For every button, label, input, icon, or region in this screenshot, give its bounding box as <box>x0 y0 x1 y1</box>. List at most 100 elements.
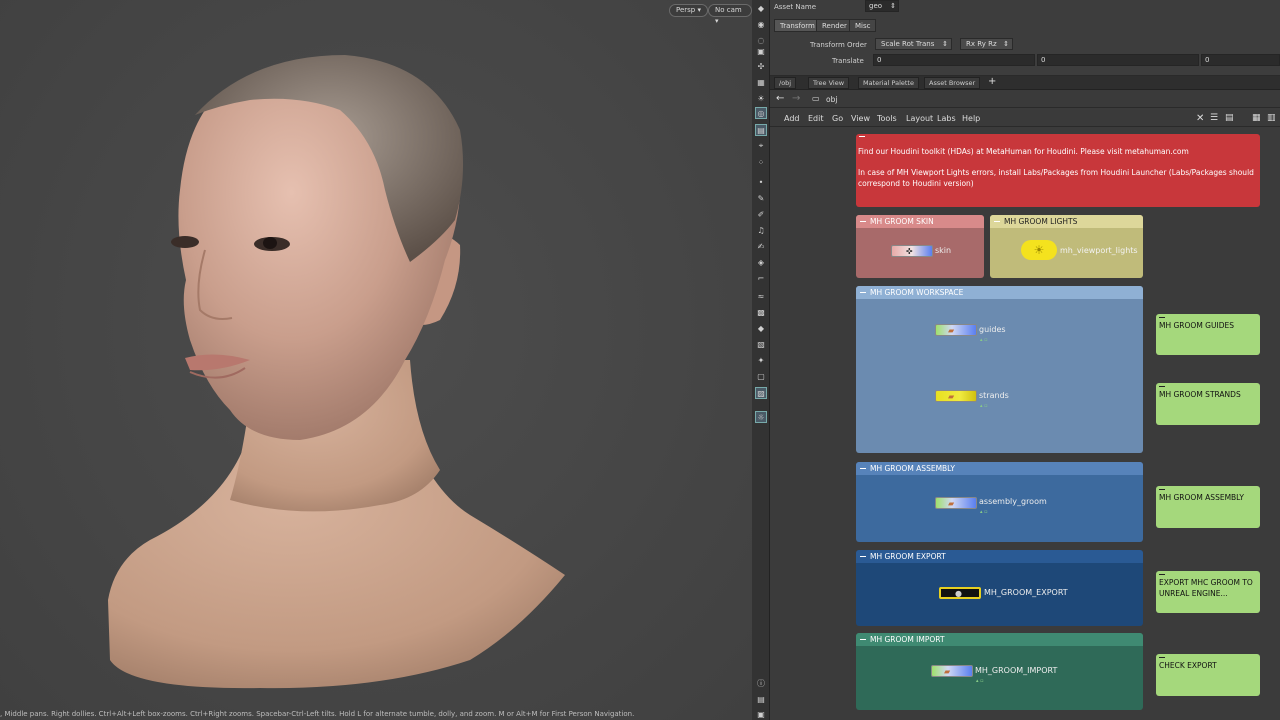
snap-icon[interactable]: ✣ <box>755 60 767 72</box>
strands-node[interactable]: ▰ <box>935 390 977 402</box>
bulb-icon[interactable]: ☼ <box>755 411 767 423</box>
menu-tools[interactable]: Tools <box>877 114 897 123</box>
groom-lights-title: MH GROOM LIGHTS <box>990 215 1143 228</box>
info-icon[interactable]: ⓘ <box>755 677 767 689</box>
dot-icon[interactable]: • <box>755 176 767 188</box>
menu-add[interactable]: Add <box>784 114 800 123</box>
translate-z-field[interactable]: 0 <box>1201 54 1280 66</box>
translate-x-field[interactable]: 0 <box>873 54 1035 66</box>
music-icon[interactable]: ♫ <box>755 224 767 236</box>
menu-go[interactable]: Go <box>832 114 843 123</box>
sticky-check-export[interactable]: CHECK EXPORT <box>1156 654 1260 696</box>
info-banner: Find our Houdini toolkit (HDAs) at MetaH… <box>856 134 1260 207</box>
diamond-icon[interactable]: ◆ <box>755 322 767 334</box>
strands-flag-icon: ▴ ▫ <box>980 403 988 409</box>
skin-node[interactable]: ✜ <box>891 245 933 257</box>
display-icon[interactable]: ◉ <box>755 18 767 30</box>
parameter-editor: Asset Name geo ⇕ Transform Render Misc T… <box>770 0 1280 76</box>
sticky-export-to-unreal-text: EXPORT MHC GROOM TO UNREAL ENGINE... <box>1159 578 1253 598</box>
viewport-toolbar: ◆ ◉ ◌ ▣ ✣ ▦ ☀ ◎ ▤ ⌖ ⁘ • ✎ ✐ ♫ ✍ ◈ ⌐ ≈ ▩ … <box>752 0 770 720</box>
wrench-icon[interactable]: ✕ <box>1196 113 1204 124</box>
import-node[interactable]: ▰ <box>931 665 973 677</box>
mesh-icon[interactable]: ◈ <box>755 256 767 268</box>
points-icon[interactable]: ⁘ <box>755 156 767 168</box>
menu-edit[interactable]: Edit <box>808 114 824 123</box>
translate-y-field[interactable]: 0 <box>1037 54 1199 66</box>
pin-icon[interactable]: ◆ <box>755 2 767 14</box>
list-icon[interactable]: ▤ <box>1225 113 1234 123</box>
groom-workspace-box[interactable]: MH GROOM WORKSPACE <box>856 286 1143 453</box>
sticky-groom-guides[interactable]: MH GROOM GUIDES <box>1156 314 1260 355</box>
lightbulb-node-icon[interactable]: ☀ <box>1021 240 1057 260</box>
tab-material-palette[interactable]: Material Palette <box>858 77 919 89</box>
tab-asset-browser[interactable]: Asset Browser <box>924 77 981 89</box>
brush-icon[interactable]: ✎ <box>755 192 767 204</box>
grid-icon[interactable]: ▦ <box>755 76 767 88</box>
guides-flag-icon: ▴ ▫ <box>980 337 988 343</box>
square-icon[interactable]: ▢ <box>755 370 767 382</box>
back-arrow-icon[interactable]: ← <box>776 93 784 104</box>
tab-tree-view[interactable]: Tree View <box>808 77 850 89</box>
sticky-groom-assembly[interactable]: MH GROOM ASSEMBLY <box>1156 486 1260 528</box>
pane-tabs: /obj Tree View Material Palette Asset Br… <box>770 76 1280 90</box>
assembly-node[interactable]: ▰ <box>935 497 977 509</box>
lock-icon[interactable]: ▣ <box>755 45 767 57</box>
paint-icon[interactable]: ✍ <box>755 240 767 252</box>
scene-viewport[interactable]: Persp ▾ No cam ▾ , Middle pans. Right do… <box>0 0 752 720</box>
tab-misc[interactable]: Misc <box>849 19 877 32</box>
camera-icon[interactable]: ◎ <box>755 107 767 119</box>
rotation-order-select[interactable]: Rx Ry Rz ⇕ <box>960 38 1013 50</box>
menu-labs[interactable]: Labs <box>937 114 956 123</box>
tab-obj[interactable]: /obj <box>774 77 797 89</box>
network-view[interactable]: Find our Houdini toolkit (HDAs) at MetaH… <box>770 127 1280 720</box>
viewport-status-text: , Middle pans. Right dollies. Ctrl+Alt+L… <box>0 710 635 718</box>
head-render <box>108 55 565 689</box>
tab-transform[interactable]: Transform <box>774 19 821 32</box>
tab-render[interactable]: Render <box>816 19 853 32</box>
sticky-groom-strands-text: MH GROOM STRANDS <box>1159 390 1241 399</box>
sticky-check-export-text: CHECK EXPORT <box>1159 661 1217 670</box>
asset-name-label: Asset Name <box>774 3 817 11</box>
pen-icon[interactable]: ✐ <box>755 208 767 220</box>
handle-icon[interactable]: ⌖ <box>755 140 767 152</box>
guides-node-label: guides <box>979 325 1006 334</box>
assembly-flag-icon: ▴ ▫ <box>980 509 988 515</box>
star-icon[interactable]: ✦ <box>755 354 767 366</box>
path-folder-icon: ▭ <box>812 94 820 103</box>
groom-import-title: MH GROOM IMPORT <box>856 633 1143 646</box>
corner-icon[interactable]: ⌐ <box>755 272 767 284</box>
export-node[interactable]: ● <box>939 587 981 599</box>
menu-view[interactable]: View <box>851 114 870 123</box>
persp-menu-button[interactable]: Persp ▾ <box>669 4 708 17</box>
asset-name-field[interactable]: geo ⇕ <box>865 0 899 12</box>
render-icon[interactable]: ▨ <box>755 387 767 399</box>
selection-icon[interactable]: ▤ <box>755 124 767 136</box>
assembly-node-label: assembly_groom <box>979 497 1047 506</box>
banner-line-1: Find our Houdini toolkit (HDAs) at MetaH… <box>858 147 1189 156</box>
transform-order-select[interactable]: Scale Rot Trans ⇕ <box>875 38 952 50</box>
sticky-export-to-unreal[interactable]: EXPORT MHC GROOM TO UNREAL ENGINE... <box>1156 571 1260 613</box>
wave-icon[interactable]: ≈ <box>755 290 767 302</box>
forward-arrow-icon[interactable]: → <box>792 93 800 104</box>
menu-layout[interactable]: Layout <box>906 114 933 123</box>
menu-help[interactable]: Help <box>962 114 980 123</box>
cube-icon[interactable]: ▩ <box>755 306 767 318</box>
texture-icon[interactable]: ▧ <box>755 338 767 350</box>
layout-icon[interactable]: ▣ <box>755 708 767 720</box>
sticky-groom-assembly-text: MH GROOM ASSEMBLY <box>1159 493 1244 502</box>
translate-label: Translate <box>832 57 864 65</box>
add-tab-icon[interactable]: + <box>988 76 996 87</box>
guides-node[interactable]: ▰ <box>935 324 977 336</box>
camera-menu-button[interactable]: No cam ▾ <box>708 4 752 25</box>
light-icon[interactable]: ☀ <box>755 92 767 104</box>
path-value[interactable]: obj <box>826 95 837 104</box>
sticky-groom-strands[interactable]: MH GROOM STRANDS <box>1156 383 1260 425</box>
strands-node-label: strands <box>979 391 1009 400</box>
network-menu-bar: Add Edit Go View Tools Layout Labs Help … <box>770 110 1280 127</box>
grid-view-icon[interactable]: ▦ <box>1252 113 1261 123</box>
folder-icon[interactable]: ▤ <box>755 693 767 705</box>
export-node-label: MH_GROOM_EXPORT <box>984 588 1068 597</box>
right-panel: Asset Name geo ⇕ Transform Render Misc T… <box>770 0 1280 720</box>
tree-icon[interactable]: ☰ <box>1210 113 1218 123</box>
panel-view-icon[interactable]: ▥ <box>1267 113 1276 123</box>
